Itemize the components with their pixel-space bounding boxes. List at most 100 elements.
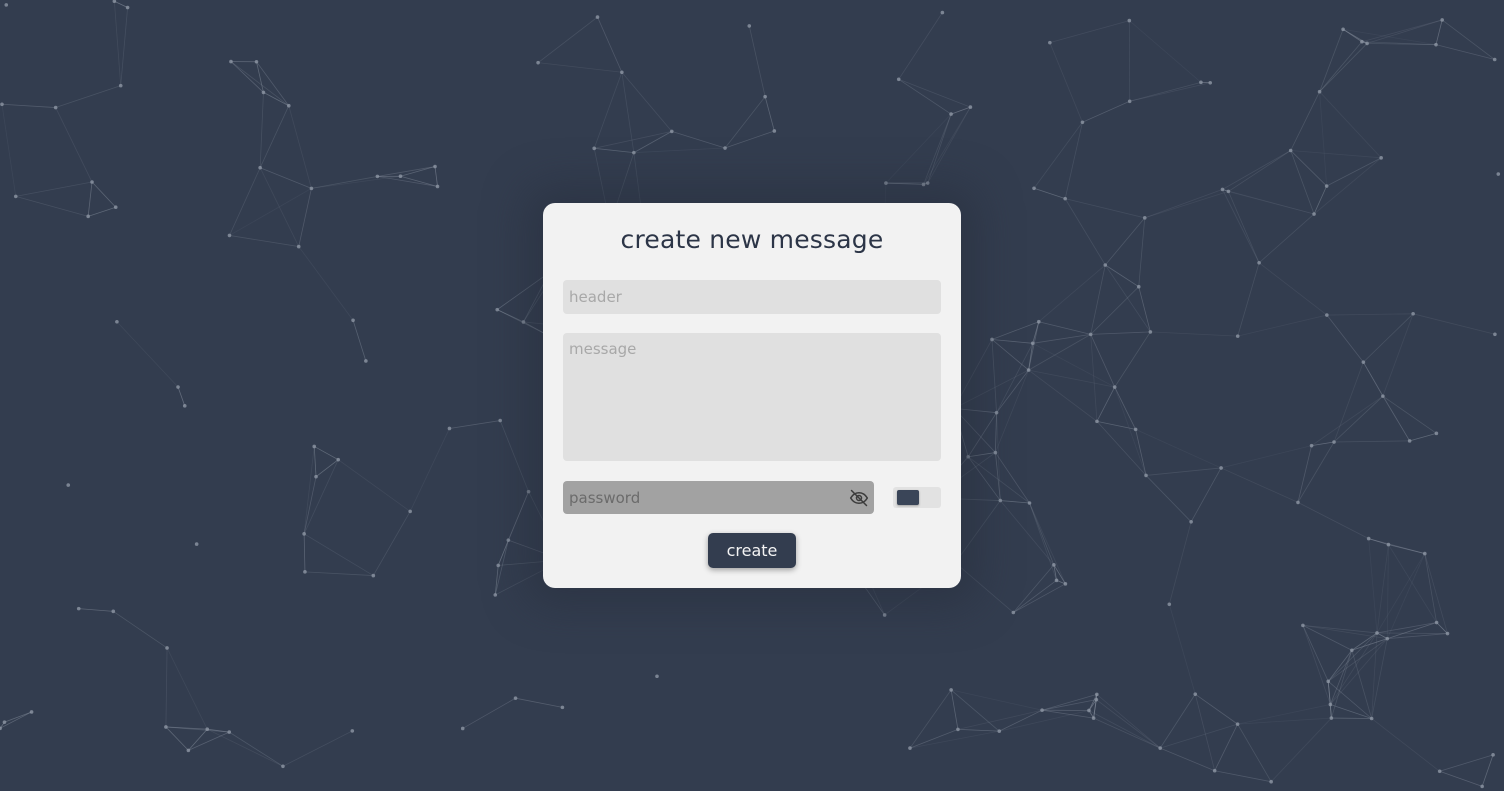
- network-link: [1000, 500, 1055, 566]
- network-node: [1011, 610, 1016, 615]
- network-link: [1214, 770, 1272, 783]
- network-node: [956, 727, 960, 732]
- network-link: [1409, 432, 1437, 442]
- network-node: [1127, 18, 1132, 23]
- network-link: [88, 206, 116, 217]
- network-node: [1381, 394, 1385, 398]
- network-link: [1302, 625, 1329, 682]
- network-link: [259, 167, 300, 247]
- network-node: [521, 320, 526, 324]
- network-node: [1087, 708, 1091, 713]
- network-link: [1, 103, 56, 108]
- network-link: [1319, 91, 1328, 187]
- network-link: [1326, 313, 1414, 316]
- network-link: [298, 246, 354, 321]
- network-node: [990, 337, 994, 342]
- network-link: [764, 96, 775, 132]
- network-node: [763, 94, 767, 99]
- network-node: [993, 450, 998, 455]
- network-node: [526, 489, 531, 494]
- network-node: [1493, 332, 1497, 337]
- network-node: [592, 146, 597, 151]
- encrypt-toggle[interactable]: [893, 487, 941, 508]
- network-link: [1065, 198, 1145, 219]
- network-link: [315, 459, 339, 477]
- network-link: [311, 176, 378, 189]
- network-link: [1319, 43, 1368, 92]
- network-link: [229, 731, 284, 767]
- network-link: [537, 16, 598, 63]
- password-input[interactable]: [563, 481, 843, 514]
- network-node: [560, 705, 565, 710]
- network-link: [1382, 313, 1414, 397]
- network-node: [1212, 768, 1217, 773]
- network-link: [165, 726, 189, 751]
- network-link: [1033, 187, 1066, 200]
- network-node: [1048, 40, 1052, 45]
- network-node: [949, 112, 953, 116]
- network-link: [120, 7, 129, 86]
- network-node: [1326, 679, 1331, 684]
- network-link: [957, 709, 1043, 730]
- network-link: [1297, 441, 1335, 503]
- network-node: [2, 720, 7, 724]
- network-link: [113, 611, 168, 649]
- network-node: [205, 727, 210, 731]
- create-button[interactable]: create: [708, 533, 796, 568]
- create-message-card: create new message create: [543, 203, 961, 588]
- network-node: [1095, 692, 1099, 697]
- network-node: [1365, 41, 1369, 46]
- network-node: [4, 3, 9, 7]
- network-node: [433, 164, 437, 169]
- network-link: [1228, 150, 1291, 192]
- network-node: [261, 90, 266, 95]
- network-node: [176, 385, 180, 389]
- network-link: [497, 309, 524, 323]
- network-link: [0, 711, 32, 729]
- network-link: [352, 320, 367, 362]
- network-link: [1376, 622, 1437, 634]
- network-node: [447, 426, 452, 431]
- network-node: [498, 418, 502, 423]
- network-link: [968, 452, 996, 458]
- network-link: [1290, 150, 1382, 159]
- network-link: [1104, 217, 1146, 266]
- network-node: [1235, 334, 1240, 338]
- network-link: [1221, 445, 1312, 469]
- network-link: [1371, 718, 1440, 772]
- network-link: [967, 412, 997, 457]
- network-link: [188, 731, 230, 751]
- network-node: [1434, 42, 1438, 47]
- network-node: [513, 696, 518, 700]
- network-link: [1297, 445, 1312, 503]
- network-node: [1492, 57, 1497, 62]
- network-node: [165, 646, 169, 650]
- network-link: [1168, 604, 1196, 695]
- network-node: [1317, 89, 1322, 94]
- network-link: [593, 72, 623, 149]
- network-node: [994, 410, 999, 415]
- message-textarea[interactable]: [563, 333, 941, 461]
- network-link: [1382, 395, 1410, 442]
- network-link: [1290, 150, 1327, 187]
- network-link: [1114, 386, 1147, 476]
- network-link: [1138, 286, 1151, 333]
- header-input[interactable]: [563, 280, 941, 314]
- network-node: [13, 194, 18, 199]
- network-node: [1411, 312, 1415, 316]
- network-link: [995, 412, 997, 453]
- network-link: [633, 131, 672, 153]
- network-link: [1290, 91, 1320, 151]
- network-link: [91, 181, 117, 208]
- network-node: [998, 498, 1003, 503]
- network-node: [747, 24, 752, 28]
- network-link: [1368, 538, 1378, 633]
- eye-slash-icon[interactable]: [849, 488, 869, 508]
- network-node: [882, 613, 887, 617]
- network-node: [896, 77, 901, 82]
- network-link: [1032, 334, 1091, 344]
- network-node: [164, 725, 168, 729]
- network-node: [1437, 769, 1442, 774]
- network-node: [1269, 779, 1273, 784]
- network-node: [398, 174, 403, 179]
